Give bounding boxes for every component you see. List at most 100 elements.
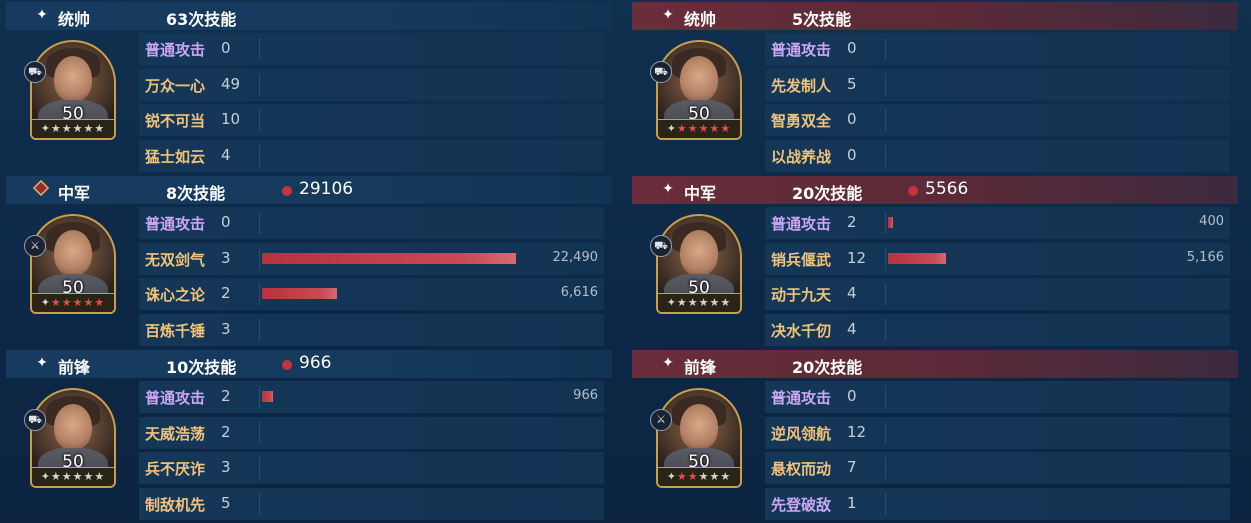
role-label: 中军 [684, 184, 717, 203]
star-icon: ★ [61, 122, 73, 135]
row-divider [259, 318, 260, 341]
team-section: ✦ 前锋 20次技能 50 ✦★★★★★ ⚔ 普通攻击 0 逆风领航 12 悬权而动 7 先登破敌 1 [632, 348, 1249, 522]
battle-report-panel: ✦ 统帅 63次技能 50 ✦★★★★★ ⛟ 普通攻击 0 万众一心 49 锐不可当 1 0 猛士如云 4 中… [0, 0, 1251, 522]
hero-face [680, 56, 718, 102]
skill-trigger-count: 4 [221, 145, 231, 164]
skill-trigger-count: 3 [221, 319, 231, 338]
skill-list: 普通攻击 0 万众一心 49 锐不可当 10 猛士如云 4 [139, 33, 604, 175]
hero-portrait[interactable]: 50 ✦★★★★★ [656, 214, 742, 314]
skill-name: 决水千仞 [771, 321, 832, 340]
red-diamond-icon [32, 179, 50, 197]
star-icon: ★ [61, 470, 73, 483]
row-divider [885, 38, 886, 60]
rank-sparkle-icon: ✦ [666, 122, 677, 135]
skill-name: 普通攻击 [145, 41, 206, 59]
skill-row: 决水千仞 4 [765, 313, 1230, 346]
hero-face [54, 230, 92, 276]
star-icon: ★ [720, 122, 732, 135]
sparkle-icon: ✦ [662, 7, 674, 23]
hero-portrait[interactable]: 50 ✦★★★★★ [30, 388, 116, 488]
row-divider [259, 38, 260, 60]
skill-trigger-count: 0 [847, 145, 857, 164]
skill-list: 普通攻击 2 400 销兵偃武 12 5,166 动于九天 4 决水千仞 4 [765, 207, 1230, 349]
hero-face [54, 56, 92, 102]
star-icon: ★ [687, 470, 699, 483]
left-team-column: ✦ 统帅 63次技能 50 ✦★★★★★ ⛟ 普通攻击 0 万众一心 49 锐不可当 10 猛士如云 4 中… [6, 0, 623, 522]
star-icon: ★ [709, 296, 721, 309]
skill-row: 智勇双全 0 [765, 104, 1230, 136]
skill-trigger-count: 2 [847, 213, 857, 231]
role-label: 前锋 [684, 358, 717, 377]
hero-portrait[interactable]: 50 ✦★★★★★ [30, 40, 116, 140]
skill-row: 销兵偃武 12 5,166 [765, 242, 1230, 275]
hero-face [54, 404, 92, 450]
role-label: 中军 [58, 184, 91, 203]
right-team-column: ✦ 统帅 5次技能 50 ✦★★★★★ ⛟ 普通攻击 0 先发制人 5 智勇双全 0 以战养战 0 ✦ 中军 2… [632, 0, 1249, 522]
damage-bar [888, 217, 893, 228]
sparkle-icon: ✦ [662, 355, 674, 371]
skill-name: 锐不可当 [145, 112, 206, 130]
skill-list: 普通攻击 0 先发制人 5 智勇双全 0 以战养战 0 [765, 33, 1230, 175]
skill-name: 普通攻击 [771, 215, 832, 233]
skill-row: 先登破敌 1 [765, 487, 1230, 520]
skill-row: 普通攻击 2 400 [765, 207, 1230, 239]
row-divider [885, 109, 886, 131]
skill-row: 制敌机先 5 [139, 487, 604, 520]
skill-row: 逆风领航 12 [765, 416, 1230, 449]
row-divider [259, 492, 260, 515]
skill-row: 百炼千锤 3 [139, 313, 604, 346]
skill-damage-value: 5,166 [1186, 249, 1224, 265]
damage-bar [262, 252, 516, 264]
skill-trigger-count: 12 [847, 248, 867, 267]
row-divider [259, 212, 260, 234]
star-icon: ★ [83, 122, 95, 135]
skill-row: 猛士如云 4 [139, 139, 604, 172]
team-section: 中军 8次技能 29106 50 ✦★★★★★ ⚔ 普通攻击 0 无双剑气 3 22,490 诛心之论… [6, 174, 623, 348]
hero-face [680, 230, 718, 276]
role-label: 统帅 [58, 10, 91, 29]
skill-trigger-count: 49 [221, 74, 241, 93]
hero-portrait[interactable]: 50 ✦★★★★★ [656, 388, 742, 488]
skill-row: 普通攻击 0 [139, 207, 604, 239]
skill-trigger-count: 5 [221, 493, 231, 512]
skill-count-label: 8次技能 [166, 184, 226, 203]
skill-trigger-count: 0 [221, 213, 231, 231]
skill-damage-value: 6,616 [560, 285, 598, 300]
skill-row: 诛心之论 2 6,616 [139, 278, 604, 310]
star-rating: ✦★★★★★ [658, 119, 740, 138]
skill-trigger-count: 3 [221, 248, 231, 267]
skill-name: 智勇双全 [771, 112, 832, 130]
skill-count-label: 10次技能 [166, 358, 237, 377]
section-header: ✦ 前锋 10次技能 966 [6, 350, 612, 378]
star-icon: ★ [94, 122, 106, 135]
chariot-icon: ⛟ [24, 61, 46, 83]
skill-row: 动于九天 4 [765, 278, 1230, 310]
skill-trigger-count: 1 [847, 493, 857, 512]
row-divider [259, 421, 260, 444]
damage-bar [888, 252, 946, 264]
row-divider [885, 457, 886, 479]
rank-sparkle-icon: ✦ [40, 122, 51, 135]
skill-name: 无双剑气 [145, 250, 206, 269]
skill-row: 普通攻击 0 [765, 381, 1230, 413]
star-icon: ★ [698, 296, 710, 309]
skill-row: 以战养战 0 [765, 139, 1230, 172]
skill-name: 制敌机先 [145, 495, 206, 514]
skill-name: 逆风领航 [771, 424, 832, 443]
skill-row: 万众一心 49 [139, 68, 604, 101]
damage-bar [262, 391, 273, 402]
skill-count-label: 63次技能 [166, 10, 237, 29]
row-divider [885, 283, 886, 305]
skill-name: 万众一心 [145, 76, 206, 95]
star-icon: ★ [687, 122, 699, 135]
skill-row: 悬权而动 7 [765, 452, 1230, 484]
star-icon: ★ [720, 296, 732, 309]
skill-list: 普通攻击 2 966 天威浩荡 2 兵不厌诈 3 制敌机先 5 [139, 381, 604, 523]
section-header: ✦ 统帅 63次技能 [6, 2, 612, 30]
role-label: 统帅 [684, 10, 717, 29]
hero-portrait[interactable]: 50 ✦★★★★★ [30, 214, 116, 314]
skill-name: 普通攻击 [145, 215, 206, 233]
star-icon: ★ [709, 470, 721, 483]
hero-portrait[interactable]: 50 ✦★★★★★ [656, 40, 742, 140]
skill-trigger-count: 2 [221, 422, 231, 441]
